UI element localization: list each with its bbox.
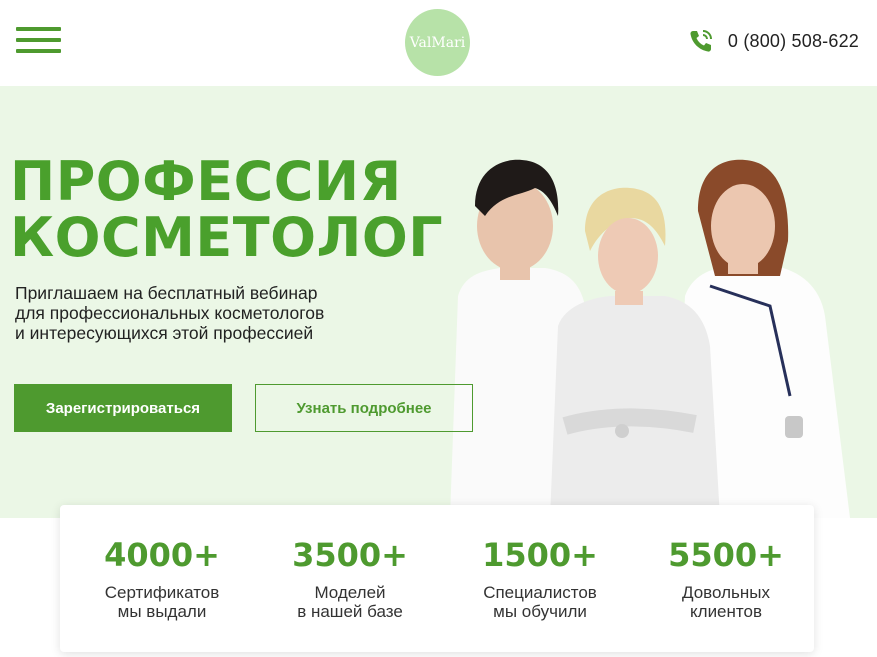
stats-panel: 4000+ Сертификатов мы выдали 3500+ Модел… [60, 505, 814, 652]
stat-label-line: клиентов [690, 602, 762, 621]
site-header: ValMari 0 (800) 508-622 [0, 0, 877, 86]
stat-label-line: мы обучили [493, 602, 587, 621]
stat-label-line: в нашей базе [297, 602, 403, 621]
hamburger-menu-icon[interactable] [16, 27, 61, 53]
hero-title-line: КОСМЕТОЛОГ [10, 206, 444, 269]
stat-item: 5500+ Довольных клиентов [631, 535, 821, 621]
phone-ringing-icon [690, 30, 712, 52]
stat-item: 1500+ Специалистов мы обучили [445, 535, 635, 621]
phone-number[interactable]: 0 (800) 508-622 [728, 31, 859, 52]
phone-contact[interactable]: 0 (800) 508-622 [688, 28, 859, 54]
hero-subtitle: Приглашаем на бесплатный вебинар для про… [15, 283, 435, 343]
stat-value: 3500+ [292, 536, 408, 574]
logo-text: ValMari [409, 34, 466, 51]
hero-section: ПРОФЕССИЯ КОСМЕТОЛОГ Приглашаем на беспл… [0, 86, 877, 518]
learn-more-button[interactable]: Узнать подробнее [255, 384, 473, 432]
stat-label-line: Моделей [314, 583, 386, 602]
hero-title: ПРОФЕССИЯ КОСМЕТОЛОГ [10, 154, 443, 266]
stat-label-line: мы выдали [117, 602, 207, 621]
stat-value: 1500+ [482, 536, 598, 574]
hero-subtitle-line: и интересующихся этой профессией [15, 323, 314, 343]
stat-value: 5500+ [668, 536, 784, 574]
stat-label: Довольных клиентов [631, 583, 821, 621]
stat-label: Моделей в нашей базе [255, 583, 445, 621]
stat-label-line: Сертификатов [104, 583, 220, 602]
stat-label-line: Довольных [682, 583, 770, 602]
register-button[interactable]: Зарегистрироваться [14, 384, 232, 432]
stat-label-line: Специалистов [483, 583, 597, 602]
stat-item: 4000+ Сертификатов мы выдали [67, 535, 257, 621]
hero-title-line: ПРОФЕССИЯ [10, 150, 402, 213]
logo[interactable]: ValMari [405, 9, 470, 76]
stat-label: Сертификатов мы выдали [67, 583, 257, 621]
hero-subtitle-line: для профессиональных косметологов [15, 303, 325, 323]
cosmetologists-photo [450, 159, 850, 518]
stat-label: Специалистов мы обучили [445, 583, 635, 621]
stat-value: 4000+ [104, 536, 220, 574]
hero-subtitle-line: Приглашаем на бесплатный вебинар [15, 283, 318, 303]
stat-item: 3500+ Моделей в нашей базе [255, 535, 445, 621]
